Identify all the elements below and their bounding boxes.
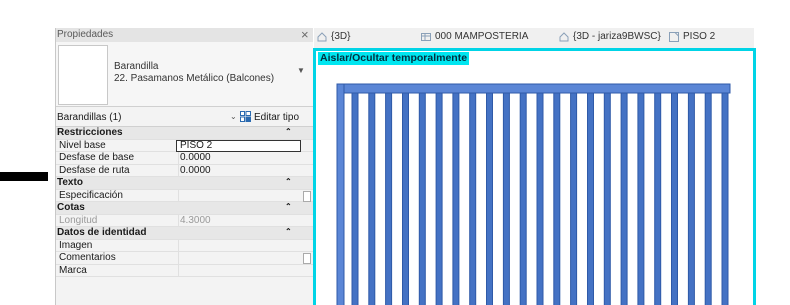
param-label: Comentarios — [59, 252, 116, 263]
param-label: Marca — [59, 264, 87, 276]
param-row: Desfase de base 0.0000 — [56, 152, 313, 165]
properties-title: Propiedades — [57, 29, 114, 40]
param-label: Desfase de base — [59, 152, 135, 163]
param-label: Imagen — [59, 239, 93, 251]
instance-filter[interactable]: Barandillas (1) — [57, 112, 121, 123]
instance-filter-row: Barandillas (1) ⌄ Editar tipo — [56, 108, 313, 127]
group-header-cotas[interactable]: Cotas ⌃ — [56, 202, 313, 215]
baluster[interactable] — [553, 92, 561, 305]
tab-3d[interactable]: {3D} — [317, 31, 350, 42]
param-row: Imagen — [56, 239, 313, 252]
tab-3d-jariza[interactable]: {3D - jariza9BWSC} — [559, 31, 661, 42]
group-header-texto[interactable]: Texto ⌃ — [56, 177, 313, 190]
chevron-down-icon[interactable]: ▼ — [297, 66, 305, 75]
param-label: Desfase de ruta — [59, 164, 130, 176]
group-header-restricciones[interactable]: Restricciones ⌃ — [56, 127, 313, 140]
end-post[interactable] — [336, 83, 345, 305]
collapse-icon[interactable]: ⌃ — [285, 127, 292, 136]
house-icon — [317, 31, 327, 41]
baluster[interactable] — [570, 92, 578, 305]
collapse-icon[interactable]: ⌃ — [285, 177, 292, 186]
baluster[interactable] — [603, 92, 611, 305]
schedule-icon — [421, 32, 431, 41]
collapse-icon[interactable]: ⌃ — [285, 202, 292, 211]
baluster[interactable] — [452, 92, 460, 305]
param-row: Nivel base PISO 2 — [56, 139, 313, 152]
param-row: Comentarios — [56, 252, 313, 265]
chevron-down-icon[interactable]: ⌄ — [230, 112, 237, 121]
baluster[interactable] — [721, 92, 729, 305]
tab-000-mamposteria[interactable]: 000 MAMPOSTERIA — [421, 31, 528, 42]
type-preview-image — [58, 45, 108, 105]
baluster[interactable] — [351, 92, 359, 305]
type-family: Barandilla — [114, 61, 159, 72]
param-label: Longitud — [59, 214, 98, 226]
view-tab-bar: {3D} 000 MAMPOSTERIA {3D - jariza9BWSC} … — [314, 28, 754, 48]
tab-piso-2[interactable]: PISO 2 — [669, 31, 715, 42]
top-rail[interactable] — [343, 83, 731, 94]
baluster[interactable] — [654, 92, 662, 305]
close-icon[interactable]: × — [301, 27, 309, 42]
param-value[interactable]: 0.0000 — [180, 165, 211, 176]
baluster[interactable] — [637, 92, 645, 305]
railing-drawing[interactable] — [316, 51, 753, 305]
param-row: Desfase de ruta 0.0000 — [56, 164, 313, 177]
baluster[interactable] — [704, 92, 712, 305]
properties-panel: Propiedades × Barandilla 22. Pasamanos M… — [55, 27, 313, 305]
baluster[interactable] — [536, 92, 544, 305]
baluster[interactable] — [385, 92, 393, 305]
baluster[interactable] — [502, 92, 510, 305]
baluster[interactable] — [687, 92, 695, 305]
param-row: Marca — [56, 264, 313, 277]
param-value[interactable]: 0.0000 — [180, 152, 211, 163]
type-name: 22. Pasamanos Metálico (Balcones) — [114, 73, 275, 84]
edit-type-button[interactable]: Editar tipo — [254, 112, 299, 123]
collapse-icon[interactable]: ⌃ — [285, 227, 292, 236]
house-icon — [559, 31, 569, 41]
param-label: Especificación — [59, 189, 123, 201]
baluster[interactable] — [368, 92, 376, 305]
baluster[interactable] — [519, 92, 527, 305]
browse-button[interactable] — [303, 253, 311, 264]
param-value: 4.3000 — [180, 214, 211, 226]
baluster[interactable] — [418, 92, 426, 305]
baluster[interactable] — [671, 92, 678, 305]
properties-title-bar: Propiedades × — [56, 27, 313, 42]
type-selector[interactable]: Barandilla 22. Pasamanos Metálico (Balco… — [56, 42, 313, 107]
baluster[interactable] — [469, 92, 477, 305]
baluster[interactable] — [587, 92, 594, 305]
view-canvas[interactable]: Aislar/Ocultar temporalmente — [313, 48, 756, 305]
baluster[interactable] — [620, 92, 628, 305]
param-value[interactable]: PISO 2 — [180, 140, 212, 151]
browse-button[interactable] — [303, 190, 311, 202]
floor-plan-icon — [669, 31, 679, 42]
property-grid: Restricciones ⌃ Nivel base PISO 2 Desfas… — [56, 127, 313, 277]
param-label: Nivel base — [59, 139, 106, 151]
param-row: Longitud 4.3000 — [56, 214, 313, 227]
baluster[interactable] — [402, 92, 409, 305]
param-row: Especificación — [56, 189, 313, 202]
baluster[interactable] — [486, 92, 493, 305]
baluster[interactable] — [435, 92, 443, 305]
group-header-datos-identidad[interactable]: Datos de identidad ⌃ — [56, 227, 313, 240]
edit-type-icon[interactable] — [240, 111, 251, 122]
black-bar — [0, 172, 48, 181]
